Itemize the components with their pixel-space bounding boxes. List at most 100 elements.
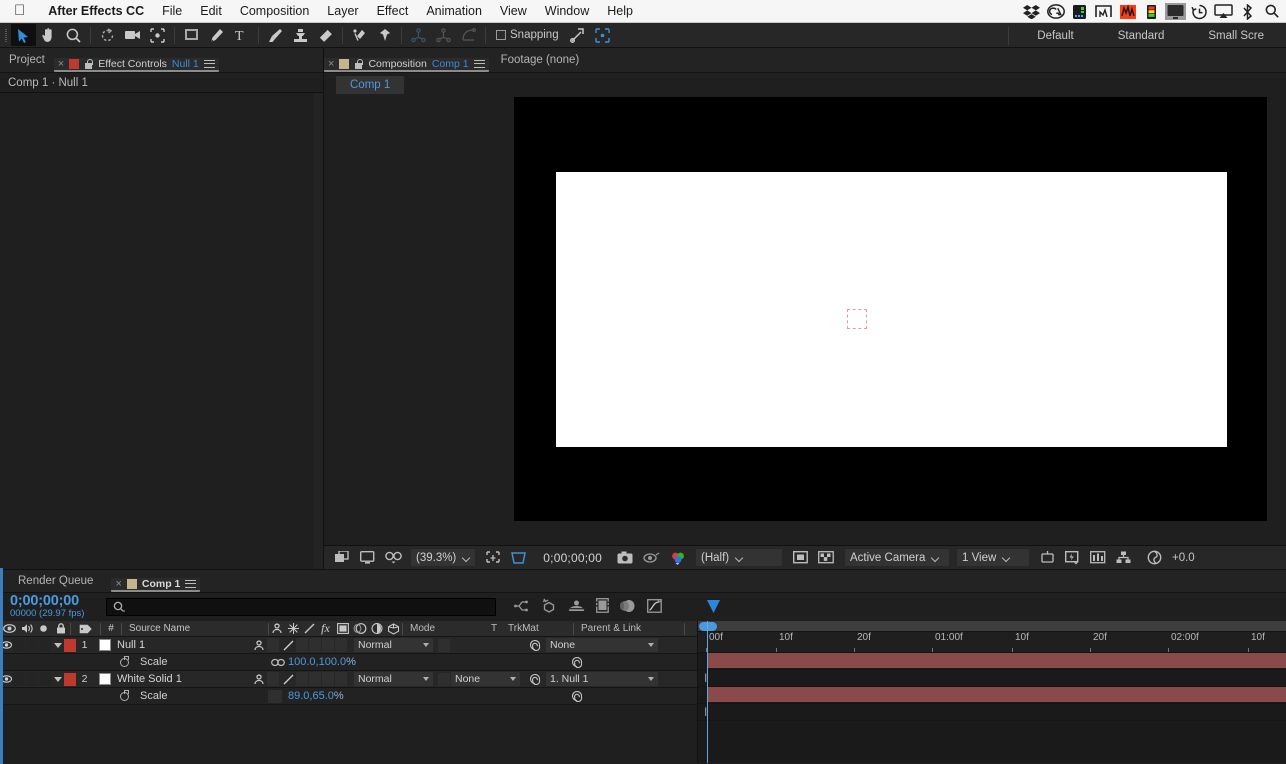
spotlight-icon[interactable] xyxy=(1261,2,1282,21)
time-navigator-knob[interactable] xyxy=(699,622,717,631)
3d-layer-icon[interactable] xyxy=(385,621,402,637)
column-t-header[interactable]: T xyxy=(486,621,502,637)
comp-breadcrumb-chip[interactable]: Comp 1 xyxy=(336,76,405,94)
layer-quality-switch[interactable] xyxy=(280,674,296,685)
menu-item-composition[interactable]: Composition xyxy=(231,0,318,23)
menu-item-help[interactable]: Help xyxy=(598,0,642,23)
collapse-transformations-icon[interactable] xyxy=(285,621,301,637)
property-row[interactable]: Scale 89.0,65.0 % xyxy=(0,688,697,705)
shy-icon[interactable] xyxy=(269,621,285,637)
workspace-default[interactable]: Default xyxy=(1015,30,1095,42)
effects-icon[interactable]: fx xyxy=(317,621,334,637)
timeline-search-field[interactable] xyxy=(130,601,470,613)
menu-item-animation[interactable]: Animation xyxy=(417,0,491,23)
toggle-transparency-grid-icon[interactable] xyxy=(506,546,533,570)
roto-brush-tool[interactable] xyxy=(347,24,372,46)
enable-frame-blending-icon[interactable] xyxy=(596,598,609,616)
track-row-layer2[interactable] xyxy=(698,687,1286,704)
comp-flowchart-icon[interactable] xyxy=(1111,546,1136,570)
puppet-starch-tool[interactable] xyxy=(406,24,431,46)
tab-project[interactable]: Project xyxy=(0,48,54,72)
tab-render-queue[interactable]: Render Queue xyxy=(0,570,111,592)
constrain-proportions-toggle[interactable] xyxy=(268,689,282,703)
column-source-name-header[interactable]: Source Name xyxy=(122,621,268,637)
transparency-grid-icon[interactable] xyxy=(813,546,839,570)
fast-previews-icon[interactable] xyxy=(1060,546,1085,570)
layer-expand-triangle[interactable] xyxy=(52,676,64,682)
camera-view-select[interactable]: Active Camera xyxy=(845,549,949,566)
menu-item-effect[interactable]: Effect xyxy=(368,0,418,23)
exposure-icon[interactable] xyxy=(1142,546,1167,570)
quality-icon[interactable] xyxy=(301,621,317,637)
table-row[interactable]: 2 White Solid 1 Normal None 1. Null 1 xyxy=(0,671,697,688)
hide-shy-layers-icon[interactable] xyxy=(568,599,585,616)
rotation-tool[interactable] xyxy=(95,24,120,46)
layer-source[interactable]: White Solid 1 xyxy=(93,673,251,685)
layer-effects-switch[interactable] xyxy=(296,672,308,686)
column-trkmat-header[interactable]: TrkMat xyxy=(502,621,573,637)
comp-canvas[interactable] xyxy=(514,97,1267,521)
parent-pickwhip-icon[interactable] xyxy=(524,673,546,685)
battery-monitor-icon[interactable] xyxy=(1069,2,1090,21)
search-input[interactable] xyxy=(106,598,496,616)
view-layout-select[interactable]: 1 View xyxy=(957,549,1029,566)
adjustment-layer-icon[interactable] xyxy=(368,621,385,637)
audio-icon[interactable] xyxy=(19,621,36,637)
menu-item-edit[interactable]: Edit xyxy=(191,0,231,23)
puppet-pin-tool[interactable] xyxy=(372,24,397,46)
panel-menu-icon[interactable] xyxy=(185,579,197,589)
layer-lock-toggle[interactable] xyxy=(39,672,51,686)
pixel-aspect-correction-icon[interactable] xyxy=(1035,546,1060,570)
composition-viewer[interactable] xyxy=(324,97,1286,545)
menu-item-after-effects[interactable]: After Effects CC xyxy=(39,0,153,23)
selection-tool[interactable] xyxy=(11,24,36,46)
3d-glasses-icon[interactable] xyxy=(380,546,407,570)
shape-tool[interactable] xyxy=(179,24,204,46)
main-viewer-icon[interactable] xyxy=(355,546,380,570)
creative-cloud-icon[interactable] xyxy=(1045,2,1066,21)
menu-item-file[interactable]: File xyxy=(153,0,191,23)
layer-expand-triangle[interactable] xyxy=(52,642,64,648)
always-preview-icon[interactable] xyxy=(330,546,355,570)
column-mode-header[interactable]: Mode xyxy=(403,621,486,637)
column-parent-link-header[interactable]: Parent & Link xyxy=(574,621,684,637)
network-icon[interactable] xyxy=(1093,2,1114,21)
lock-icon[interactable] xyxy=(84,58,93,70)
snapping-checkbox[interactable] xyxy=(496,30,506,40)
constrain-proportions-icon[interactable] xyxy=(268,658,288,667)
clone-stamp-tool[interactable] xyxy=(288,24,313,46)
close-icon[interactable]: × xyxy=(58,58,64,70)
brush-tool[interactable] xyxy=(263,24,288,46)
parent-pickwhip-icon[interactable] xyxy=(524,639,546,651)
resolution-select[interactable]: (Half) xyxy=(696,549,782,566)
layer-t-switch[interactable] xyxy=(438,638,450,652)
current-time-display[interactable]: 0;00;00;00 00000 (29.97 fps) xyxy=(0,594,100,620)
layer-t-switch[interactable] xyxy=(438,672,450,686)
time-machine-icon[interactable] xyxy=(1189,2,1210,21)
layer-frame-blending-switch[interactable] xyxy=(309,638,321,652)
stopwatch-icon[interactable] xyxy=(116,689,132,701)
column-index-header[interactable]: # xyxy=(101,621,121,637)
cpu-monitor-icon[interactable] xyxy=(1117,2,1138,21)
label-icon[interactable] xyxy=(71,621,100,637)
time-graph[interactable]: 00f 10f 20f 01:00f 10f 20f 02:00f 10f I I xyxy=(698,621,1286,763)
apple-logo-icon[interactable]:  xyxy=(0,3,39,20)
toggle-mask-paths-icon[interactable] xyxy=(788,546,813,570)
layer-duration-bar[interactable] xyxy=(707,653,1286,668)
layer-parent-select[interactable]: None xyxy=(546,638,658,652)
tab-timeline-comp[interactable]: × Comp 1 xyxy=(111,578,201,592)
layer-solo-toggle[interactable] xyxy=(26,638,38,652)
layer-duration-bar[interactable] xyxy=(707,687,1286,702)
snapping-toggle[interactable]: Snapping xyxy=(496,29,559,41)
track-area[interactable]: I I xyxy=(698,653,1286,763)
toolbar-grip[interactable] xyxy=(2,28,11,43)
show-snapshot-icon[interactable] xyxy=(638,546,665,570)
panel-menu-icon[interactable] xyxy=(203,59,215,69)
close-icon[interactable]: × xyxy=(328,58,334,70)
menu-item-window[interactable]: Window xyxy=(536,0,598,23)
track-row-layer1[interactable] xyxy=(698,653,1286,670)
eraser-tool[interactable] xyxy=(313,24,338,46)
channel-icon[interactable] xyxy=(665,546,692,570)
composition-mini-flowchart-icon[interactable] xyxy=(514,599,530,616)
layer-source[interactable]: Null 1 xyxy=(93,639,251,651)
